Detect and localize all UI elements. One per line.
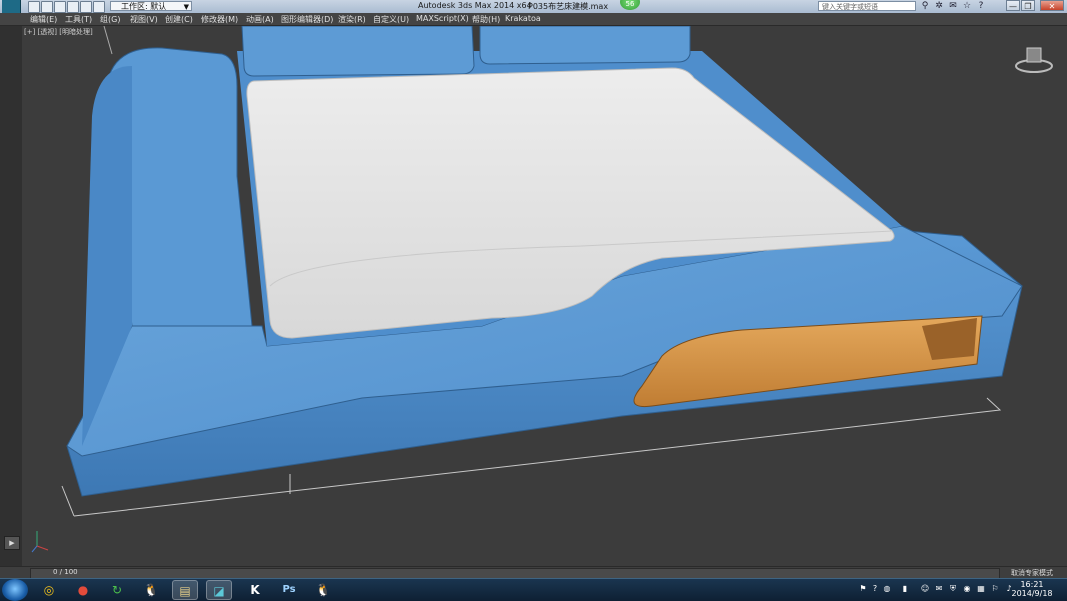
app-title: Autodesk 3ds Max 2014 x64 [418, 1, 532, 10]
clock-time: 16:21 [1020, 580, 1044, 589]
search-input[interactable]: 键入关键字或短语 [818, 1, 916, 11]
start-button[interactable] [2, 579, 28, 601]
grid-line [103, 26, 113, 55]
k-app-icon[interactable]: K [242, 580, 268, 600]
minimize-button[interactable]: — [1006, 0, 1020, 11]
binoculars-icon[interactable]: ⚲ [920, 1, 930, 11]
close-button[interactable]: ✕ [1040, 0, 1064, 11]
undo-icon[interactable] [67, 1, 79, 13]
headboard-cushion-left [241, 26, 475, 77]
redo-icon[interactable] [80, 1, 92, 13]
tray-user-icon[interactable]: ☺ [920, 584, 930, 594]
tray-flag-icon[interactable]: ⚑ [858, 584, 868, 594]
title-bar: 工作区: 默认 ▼ Autodesk 3ds Max 2014 x64 P035… [0, 0, 1067, 13]
scene-render [31, 26, 1053, 553]
workspace-label: 工作区: 默认 [121, 2, 167, 11]
system-clock[interactable]: 16:21 2014/9/18 [1007, 580, 1057, 598]
chevron-down-icon: ▼ [183, 3, 189, 11]
photoshop-icon[interactable]: Ps [276, 580, 302, 600]
folder-icon[interactable]: ▤ [172, 580, 198, 600]
headboard-cushion-right [479, 26, 691, 65]
3dsmax-icon[interactable]: ◪ [206, 580, 232, 600]
menu-rendering[interactable]: 渲染(R) [338, 14, 366, 25]
green-app-icon[interactable]: ↻ [104, 580, 130, 600]
menu-edit[interactable]: 编辑(E) [30, 14, 57, 25]
3dsmax-app-icon[interactable] [2, 0, 21, 13]
qq-penguin-icon[interactable]: 🐧 [310, 580, 336, 600]
play-icon[interactable]: ▶ [4, 536, 20, 550]
menu-animation[interactable]: 动画(A) [246, 14, 274, 25]
save-file-icon[interactable] [54, 1, 66, 13]
tray-shield-icon[interactable]: ⛨ [948, 584, 958, 594]
tray-battery-icon[interactable]: ▮ [900, 584, 910, 594]
file-title: P035布艺床建模.max [528, 2, 609, 11]
restore-button[interactable]: ❐ [1021, 0, 1035, 11]
open-file-icon[interactable] [41, 1, 53, 13]
clock-date: 2014/9/18 [1011, 589, 1053, 598]
menu-customize[interactable]: 自定义(U) [373, 14, 409, 25]
viewcube-icon[interactable] [1015, 47, 1053, 73]
communication-icon[interactable]: ✉ [948, 1, 958, 11]
menu-graph-editors[interactable]: 图形编辑器(D) [281, 14, 333, 25]
menu-bar: 编辑(E) 工具(T) 组(G) 视图(V) 创建(C) 修改器(M) 动画(A… [0, 13, 1067, 26]
windows-taskbar: ◎ ● ↻ 🐧 ▤ ◪ K Ps 🐧 ⚑ ? ◍ ▮ ☺ ✉ ⛨ ◉ ▦ ⚐ ♪… [0, 578, 1067, 601]
menu-modifiers[interactable]: 修改器(M) [201, 14, 238, 25]
360-icon[interactable]: ◎ [36, 580, 62, 600]
tray-globe-icon[interactable]: ◍ [882, 584, 892, 594]
perspective-viewport[interactable]: [+] [透视] [明暗处理] [22, 26, 1067, 566]
menu-krakatoa[interactable]: Krakatoa [505, 14, 541, 23]
notification-badge[interactable]: 56 [620, 0, 640, 10]
tray-network-icon[interactable]: ▦ [976, 584, 986, 594]
new-file-icon[interactable] [28, 1, 40, 13]
left-toolbar: ▶ [0, 26, 23, 566]
subscription-icon[interactable]: ✲ [934, 1, 944, 11]
qq-penguin-icon[interactable]: 🐧 [138, 580, 164, 600]
tray-flag2-icon[interactable]: ⚐ [990, 584, 1000, 594]
axis-gizmo [31, 531, 49, 553]
workspace-dropdown[interactable]: 工作区: 默认 ▼ [110, 1, 192, 11]
chrome-icon[interactable]: ● [70, 580, 96, 600]
star-icon[interactable]: ☆ [962, 1, 972, 11]
project-folder-icon[interactable] [93, 1, 105, 13]
tray-help-icon[interactable]: ? [870, 584, 880, 594]
menu-create[interactable]: 创建(C) [165, 14, 193, 25]
menu-help[interactable]: 帮助(H) [472, 14, 500, 25]
tray-chat-icon[interactable]: ✉ [934, 584, 944, 594]
tray-wechat-icon[interactable]: ◉ [962, 584, 972, 594]
menu-tools[interactable]: 工具(T) [65, 14, 92, 25]
menu-group[interactable]: 组(G) [100, 14, 120, 25]
help-icon[interactable]: ? [976, 1, 986, 11]
menu-maxscript[interactable]: MAXScript(X) [416, 14, 469, 23]
frame-counter: 0 / 100 [53, 568, 78, 576]
status-message: 取消专家模式 [1011, 569, 1053, 577]
menu-views[interactable]: 视图(V) [130, 14, 158, 25]
